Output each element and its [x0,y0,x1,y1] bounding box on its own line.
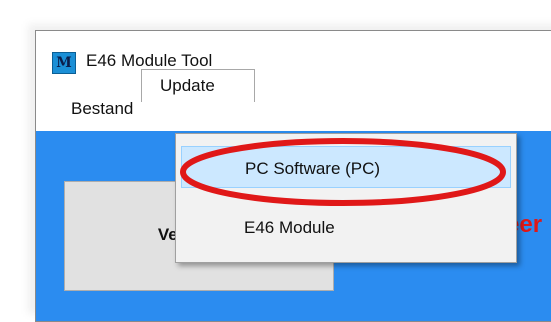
window-title: E46 Module Tool [86,51,213,70]
menu-bestand[interactable]: Bestand [69,99,135,119]
menu-item-pc-software[interactable]: PC Software (PC) [181,146,511,188]
app-icon: M [52,52,76,74]
menu-bar: Bestand [36,87,551,131]
menu-item-pc-software-label: PC Software (PC) [245,159,381,178]
menu-update-label: Update [160,76,215,95]
title-bar[interactable]: M E46 Module Tool [36,31,551,87]
update-dropdown-menu: PC Software (PC) E46 Module [175,133,517,263]
menu-item-e46-module-label: E46 Module [244,218,335,237]
menu-item-e46-module[interactable]: E46 Module [181,206,511,246]
menu-update[interactable]: Update [141,69,255,102]
